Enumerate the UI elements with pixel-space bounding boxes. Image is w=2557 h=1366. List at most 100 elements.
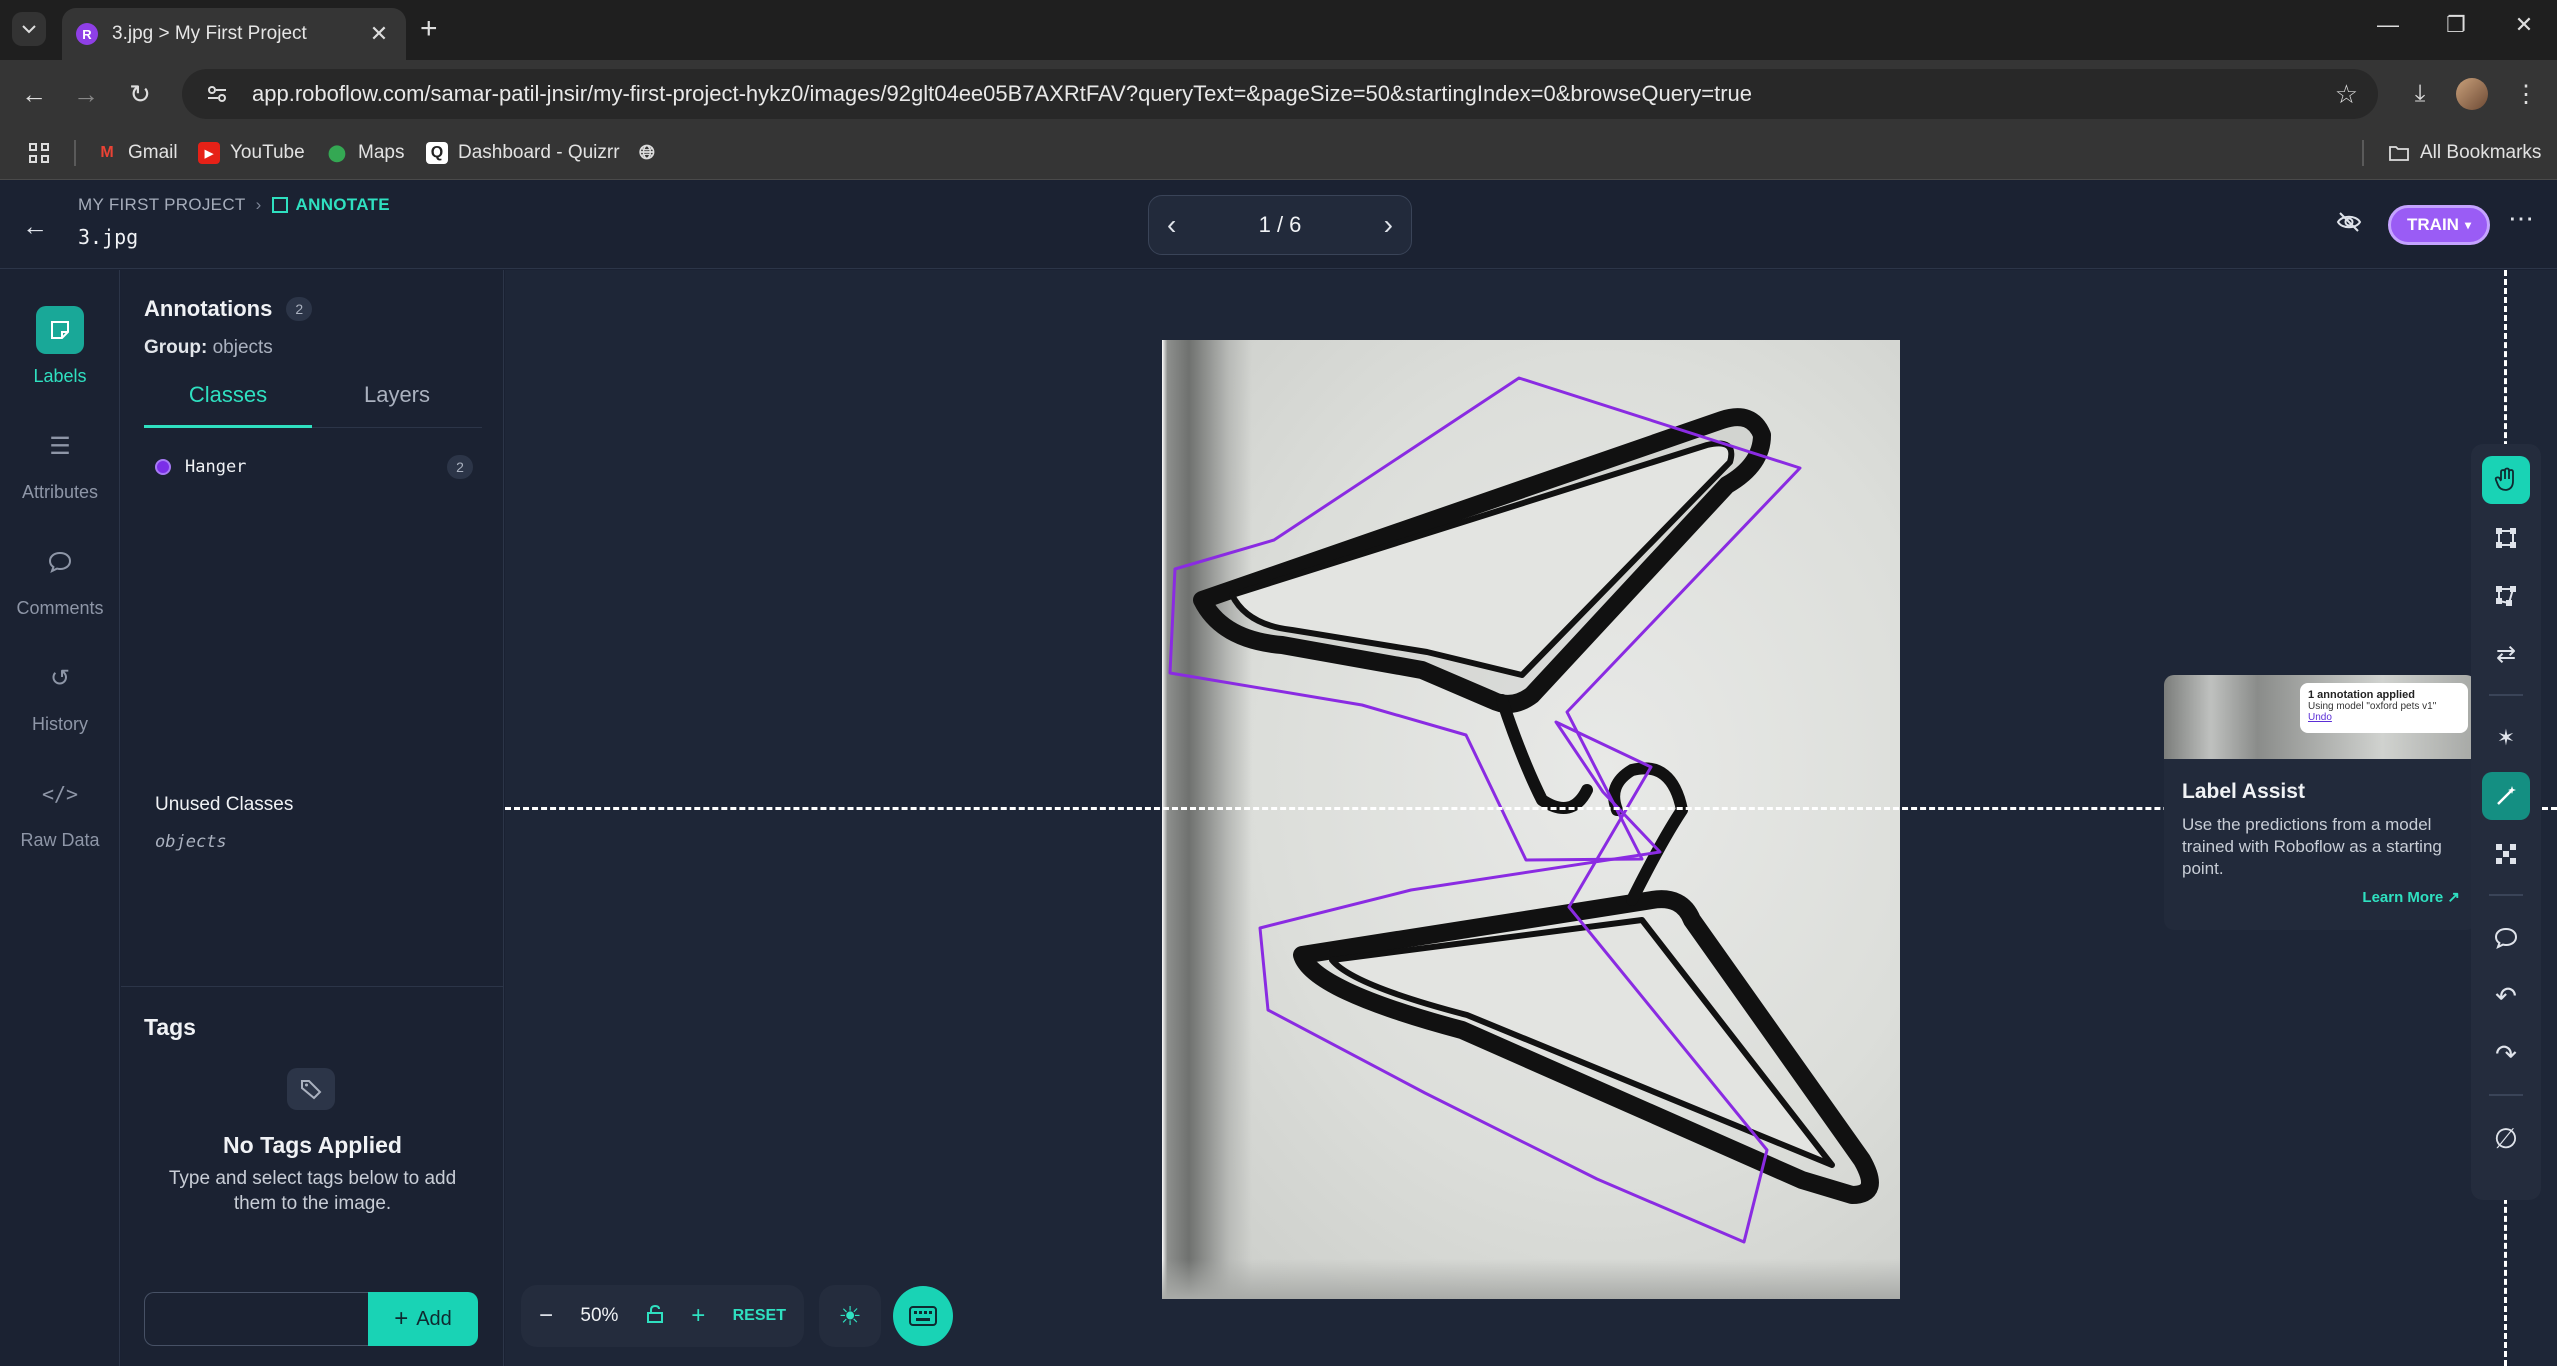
bookmark-quizrr[interactable]: Q Dashboard - Quizrr [426,138,620,168]
rail-label: Comments [16,598,104,618]
hangers-drawing [1168,376,1879,1244]
image-pager: ‹ 1 / 6 › [1148,195,1412,255]
breadcrumb-annotate[interactable]: ANNOTATE [271,195,390,215]
polygon-tool-icon[interactable] [2482,572,2530,620]
restore-icon[interactable]: ❐ [2436,12,2476,38]
left-rail: Labels ☰ Attributes Comments ↺ History <… [0,270,120,1366]
bookmark-separator [2362,140,2364,166]
tab-layers[interactable]: Layers [312,382,482,428]
rail-item-comments[interactable]: Comments [0,538,120,619]
breadcrumb-project[interactable]: MY FIRST PROJECT [78,195,246,215]
annotations-title: Annotations [144,296,273,321]
annotation-count-badge: 2 [286,297,313,321]
group-label: Group: [144,337,208,358]
hand-tool-icon[interactable] [2482,456,2530,504]
toast-undo-link: Undo [2308,712,2332,723]
bookmark-separator [74,140,76,166]
bookmark-maps[interactable]: ⬤ Maps [326,138,404,168]
more-options-icon[interactable]: ⋯ [2508,203,2534,234]
redo-icon[interactable]: ↷ [2482,1030,2530,1078]
new-tab-button[interactable]: + [420,14,438,44]
apps-grid-icon[interactable] [28,138,50,168]
tab-classes[interactable]: Classes [144,382,312,428]
keypoint-tool-icon[interactable] [2482,830,2530,878]
add-tag-button[interactable]: + Add [368,1292,478,1346]
tab-close-icon[interactable]: ✕ [366,21,392,47]
rail-item-history[interactable]: ↺ History [0,654,120,735]
class-name: Hanger [185,457,247,477]
browser-menu-icon[interactable]: ⋮ [2506,74,2546,114]
site-info-icon[interactable] [204,81,230,107]
next-image-icon[interactable]: › [1384,209,1393,241]
null-annotation-icon[interactable]: ∅ [2482,1114,2530,1162]
unlock-icon[interactable] [646,1304,664,1328]
annotations-heading: Annotations 2 [144,296,313,322]
class-item-hanger[interactable]: Hanger 2 [155,453,473,481]
image-hangers [1162,340,1900,1299]
label-assist-preview-image: 1 annotation applied Using model "oxford… [2164,675,2476,759]
app-back-icon[interactable]: ← [22,211,48,242]
panel-divider [121,986,504,987]
brightness-icon[interactable]: ☀ [819,1285,881,1347]
keyboard-shortcuts-icon[interactable] [893,1286,953,1346]
unused-class-item[interactable]: objects [155,832,227,852]
breadcrumb: MY FIRST PROJECT › ANNOTATE [78,195,390,215]
zoom-in-icon[interactable]: + [691,1302,705,1330]
learn-more-link[interactable]: Learn More ↗ [2362,888,2460,906]
address-bar[interactable]: app.roboflow.com/samar-patil-jnsir/my-fi… [182,69,2378,119]
rail-label: Attributes [21,482,99,502]
browser-tab-active[interactable]: R 3.jpg > My First Project ✕ [62,8,406,60]
bookmark-youtube[interactable]: ▶ YouTube [198,138,305,168]
prev-image-icon[interactable]: ‹ [1167,209,1176,241]
zoom-controls: − 50% + RESET [521,1285,804,1347]
undo-icon[interactable]: ↶ [2482,972,2530,1020]
bookmark-star-icon[interactable]: ☆ [2335,79,2358,110]
train-button[interactable]: TRAIN ▾ [2388,205,2490,245]
tool-separator [2489,1094,2523,1096]
comment-icon [36,538,84,586]
annotations-panel: Annotations 2 Group: objects Classes Lay… [121,270,504,1366]
history-icon: ↺ [49,664,71,692]
tab-title: 3.jpg > My First Project [112,23,307,44]
bounding-box-tool-icon[interactable] [2482,514,2530,562]
tag-input[interactable] [144,1292,370,1346]
convert-cycle-icon[interactable]: ⇄ [2482,630,2530,678]
youtube-icon: ▶ [198,142,220,164]
minimize-icon[interactable]: — [2368,12,2408,38]
zoom-out-icon[interactable]: − [539,1302,553,1330]
label-assist-wand-icon[interactable] [2482,772,2530,820]
page-title: 3.jpg [78,225,139,249]
bookmark-label: YouTube [230,142,305,163]
all-bookmarks[interactable]: All Bookmarks [2388,138,2541,168]
download-icon[interactable]: ⤓ [2400,74,2440,114]
smart-polygon-icon[interactable]: ✶ [2482,714,2530,762]
reset-zoom-button[interactable]: RESET [733,1307,786,1325]
rail-label: History [31,714,88,734]
profile-avatar[interactable] [2452,74,2492,114]
back-icon[interactable]: ← [14,74,54,114]
hide-annotations-icon[interactable] [2336,211,2362,240]
browser-toolbar: ← → ↻ app.roboflow.com/samar-patil-jnsir… [0,60,2557,128]
rail-label: Raw Data [20,830,100,850]
forward-icon[interactable]: → [66,74,106,114]
reload-icon[interactable]: ↻ [120,74,160,114]
annotation-canvas[interactable]: − 50% + RESET ☀ 1 annotation applied Usi… [505,270,2557,1366]
plus-icon: + [394,1305,409,1332]
window-close-icon[interactable]: ✕ [2504,12,2544,38]
tab-search-button[interactable] [12,12,46,46]
app-header: ← MY FIRST PROJECT › ANNOTATE 3.jpg ‹ 1 … [0,181,2557,269]
list-icon: ☰ [49,432,71,460]
comment-tool-icon[interactable] [2482,914,2530,962]
label-assist-title: Label Assist [2182,780,2305,803]
bookmark-gmail[interactable]: M Gmail [96,138,177,168]
rail-item-raw-data[interactable]: </> Raw Data [0,770,120,851]
chevron-down-icon: ▾ [2464,218,2471,232]
rail-item-attributes[interactable]: ☰ Attributes [0,422,120,503]
pager-position: 1 / 6 [1258,212,1302,237]
rail-item-labels[interactable]: Labels [0,306,120,387]
bookmark-globe[interactable]: 🌐︎ [636,138,668,168]
no-tags-description: Type and select tags below to add them t… [168,1168,457,1214]
quizrr-icon: Q [426,142,448,164]
bookmarks-bar: M Gmail ▶ YouTube ⬤ Maps Q Dashboard - Q… [0,128,2557,180]
add-label: Add [416,1307,452,1330]
